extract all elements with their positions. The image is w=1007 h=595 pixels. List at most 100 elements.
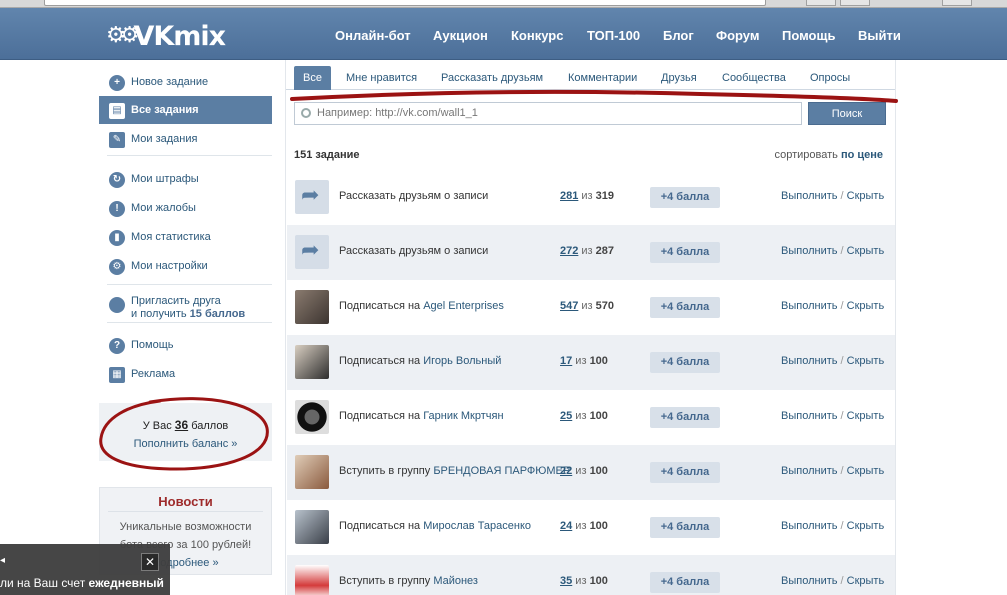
nav-item[interactable]: Помощь bbox=[782, 28, 835, 43]
task-done-count[interactable]: 547 bbox=[560, 300, 578, 312]
do-task-link[interactable]: Выполнить bbox=[781, 410, 837, 422]
do-task-link[interactable]: Выполнить bbox=[781, 190, 837, 202]
task-actions: Выполнить / Скрыть bbox=[781, 410, 884, 422]
task-done-count[interactable]: 281 bbox=[560, 190, 578, 202]
task-done-count[interactable]: 272 bbox=[560, 245, 578, 257]
nav-item[interactable]: Блог bbox=[663, 28, 694, 43]
sidebar-item[interactable]: ✎ Мои задания bbox=[99, 125, 272, 153]
table-row: Рассказать друзьям о записи 272 из 287 +4 … bbox=[287, 225, 895, 280]
task-total-count: 100 bbox=[589, 355, 608, 367]
hide-task-link[interactable]: Скрыть bbox=[847, 300, 885, 312]
do-task-link[interactable]: Выполнить bbox=[781, 520, 837, 532]
invite-line1: Пригласить друга bbox=[131, 295, 221, 307]
nav-item[interactable]: Конкурс bbox=[511, 28, 563, 43]
task-thumbnail[interactable] bbox=[295, 400, 329, 434]
task-target-link[interactable]: Agel Enterprises bbox=[423, 300, 504, 312]
task-thumbnail[interactable] bbox=[295, 510, 329, 544]
address-bar[interactable] bbox=[44, 0, 766, 6]
site-header: ⚙⚙VKmix Онлайн-бот Аукцион Конкурс ТОП-100 Б… bbox=[0, 8, 1007, 60]
hide-task-link[interactable]: Скрыть bbox=[847, 520, 885, 532]
search-button[interactable]: Поиск bbox=[808, 102, 886, 125]
alert-icon: ! bbox=[109, 201, 125, 217]
tab-5[interactable]: Сообщества bbox=[713, 66, 795, 90]
hide-task-link[interactable]: Скрыть bbox=[847, 465, 885, 477]
invite-friend-link[interactable]: Пригласить друга и получить 15 баллов bbox=[99, 295, 272, 321]
tab-0[interactable]: Все bbox=[294, 66, 331, 90]
task-done-count[interactable]: 24 bbox=[560, 520, 572, 532]
nav-item[interactable]: ТОП-100 bbox=[587, 28, 640, 43]
nav-item[interactable]: Аукцион bbox=[433, 28, 488, 43]
balance-points[interactable]: 36 bbox=[175, 418, 188, 432]
task-target-link[interactable]: Мирослав Тарасенко bbox=[423, 520, 531, 532]
browser-button[interactable] bbox=[942, 0, 972, 6]
task-action: Вступить в группу bbox=[339, 575, 434, 587]
separator: / bbox=[837, 410, 847, 422]
task-thumbnail[interactable] bbox=[295, 455, 329, 489]
task-done-count[interactable]: 35 bbox=[560, 575, 572, 587]
sidebar-item[interactable]: ? Помощь bbox=[99, 331, 272, 359]
task-target-link[interactable]: Игорь Вольный bbox=[423, 355, 501, 367]
do-task-link[interactable]: Выполнить bbox=[781, 465, 837, 477]
task-description: Подписаться на Мирослав Тарасенко bbox=[339, 520, 531, 532]
task-target-link[interactable]: Майонез bbox=[433, 575, 478, 587]
browser-button[interactable] bbox=[840, 0, 870, 6]
sort-by-price[interactable]: по цене bbox=[841, 149, 883, 161]
task-target-link[interactable]: БРЕНДОВАЯ ПАРФЮМЕР bbox=[433, 465, 570, 477]
task-actions: Выполнить / Скрыть bbox=[781, 520, 884, 532]
task-total-count: 100 bbox=[589, 520, 608, 532]
tab-6[interactable]: Опросы bbox=[801, 66, 859, 90]
divider bbox=[107, 155, 272, 156]
hide-task-link[interactable]: Скрыть bbox=[847, 410, 885, 422]
sidebar-item[interactable]: + Новое задание bbox=[99, 68, 272, 96]
do-task-link[interactable]: Выполнить bbox=[781, 575, 837, 587]
task-thumbnail[interactable] bbox=[295, 345, 329, 379]
tab-1[interactable]: Мне нравится bbox=[337, 66, 426, 90]
do-task-link[interactable]: Выполнить bbox=[781, 355, 837, 367]
search-input[interactable]: Например: http://vk.com/wall1_1 bbox=[294, 102, 802, 125]
tab-4[interactable]: Друзья bbox=[652, 66, 706, 90]
hide-task-link[interactable]: Скрыть bbox=[847, 355, 885, 367]
of-label: из bbox=[572, 410, 590, 422]
task-thumbnail[interactable] bbox=[295, 565, 329, 595]
separator: / bbox=[837, 465, 847, 477]
hide-task-link[interactable]: Скрыть bbox=[847, 245, 885, 257]
task-total-count: 570 bbox=[595, 300, 615, 312]
hide-task-link[interactable]: Скрыть bbox=[847, 575, 885, 587]
notification-popup: ◂ ✕ ли на Ваш счет ежедневный bbox=[0, 544, 170, 595]
task-target-link[interactable]: Гарник Мкртчян bbox=[423, 410, 503, 422]
sidebar-item[interactable]: ▮ Моя статистика bbox=[99, 223, 272, 251]
task-thumbnail[interactable] bbox=[295, 290, 329, 324]
nav-item[interactable]: Онлайн-бот bbox=[335, 28, 411, 43]
nav-item[interactable]: Форум bbox=[716, 28, 759, 43]
sidebar-item[interactable]: ▤ Все задания bbox=[99, 96, 272, 124]
do-task-link[interactable]: Выполнить bbox=[781, 245, 837, 257]
close-icon[interactable]: ✕ bbox=[141, 553, 159, 571]
sidebar-item[interactable]: ▦ Реклама bbox=[99, 360, 272, 388]
ads-icon: ▦ bbox=[109, 367, 125, 383]
main-content: Все Мне нравится Рассказать друзьям Коммент… bbox=[285, 60, 896, 595]
task-done-count[interactable]: 17 bbox=[560, 355, 572, 367]
hide-task-link[interactable]: Скрыть bbox=[847, 190, 885, 202]
of-label: из bbox=[578, 190, 596, 202]
tab-3[interactable]: Комментарии bbox=[559, 66, 646, 90]
task-done-count[interactable]: 25 bbox=[560, 410, 572, 422]
task-thumbnail[interactable] bbox=[295, 235, 329, 269]
task-actions: Выполнить / Скрыть bbox=[781, 245, 884, 257]
sidebar-item[interactable]: ! Мои жалобы bbox=[99, 194, 272, 222]
user-icon bbox=[109, 297, 125, 313]
task-thumbnail[interactable] bbox=[295, 180, 329, 214]
search-icon bbox=[301, 108, 311, 118]
top-navigation: Онлайн-бот Аукцион Конкурс ТОП-100 Блог Форум… bbox=[0, 28, 1007, 48]
sidebar-item[interactable]: ⚙ Мои настройки bbox=[99, 252, 272, 280]
divider bbox=[107, 284, 272, 285]
topup-link[interactable]: Пополнить баланс » bbox=[99, 435, 272, 453]
reward-badge: +4 балла bbox=[650, 572, 720, 593]
nav-item[interactable]: Выйти bbox=[858, 28, 901, 43]
do-task-link[interactable]: Выполнить bbox=[781, 300, 837, 312]
task-actions: Выполнить / Скрыть bbox=[781, 575, 884, 587]
browser-button[interactable] bbox=[806, 0, 836, 6]
sidebar-item[interactable]: ↻ Мои штрафы bbox=[99, 165, 272, 193]
task-done-count[interactable]: 22 bbox=[560, 465, 572, 477]
tab-2[interactable]: Рассказать друзьям bbox=[432, 66, 552, 90]
sidebar-item-label: Реклама bbox=[131, 368, 176, 380]
